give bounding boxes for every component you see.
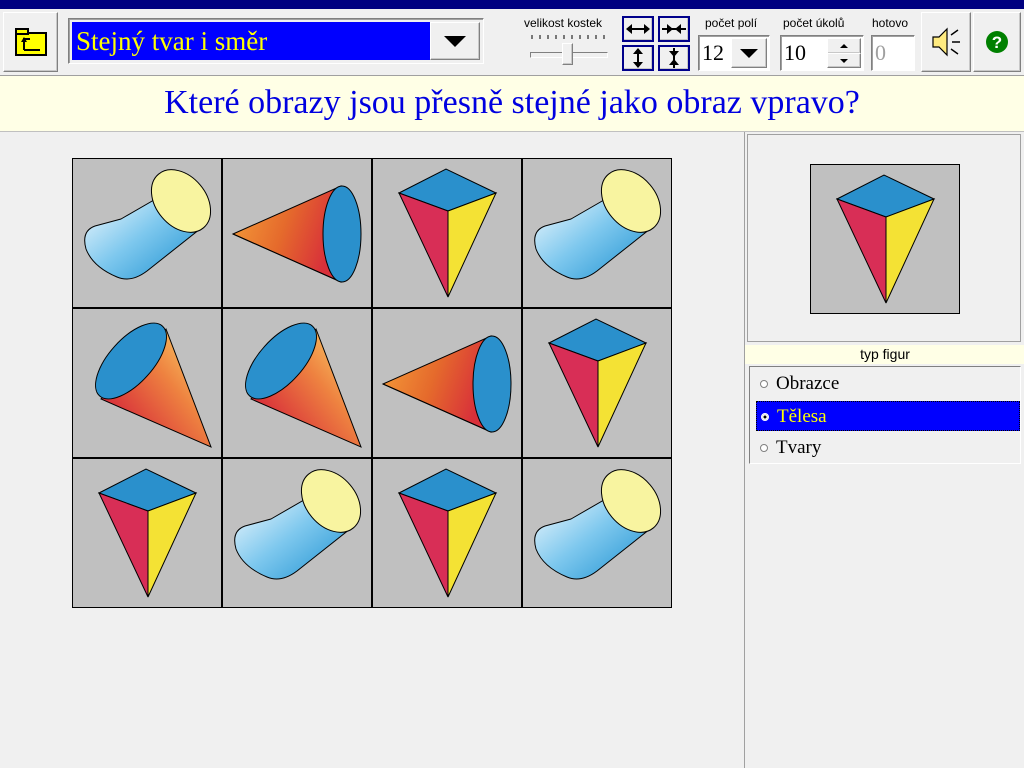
- size-label: velikost kostek: [524, 16, 603, 30]
- pyramid-icon: [397, 168, 498, 298]
- mode-dropdown-button[interactable]: [430, 22, 480, 60]
- size-slider[interactable]: [528, 43, 608, 65]
- dropdown-arrow-icon: [740, 49, 758, 58]
- cylinder-icon: [234, 469, 362, 580]
- radio-label-tvary: Tvary: [776, 437, 822, 458]
- tasks-decrement-button[interactable]: [827, 53, 861, 68]
- pyramid-icon: [397, 468, 498, 598]
- widen-arrows-icon: [626, 24, 650, 34]
- radio-dot: [760, 444, 768, 452]
- question-text: Které obrazy jsou přesně stejné jako obr…: [164, 84, 860, 121]
- radio-telesa[interactable]: Tělesa: [756, 401, 1020, 431]
- cylinder-icon: [84, 169, 212, 280]
- board-cell[interactable]: [73, 309, 221, 457]
- cylinder-icon: [534, 469, 662, 580]
- pyramid-icon: [547, 318, 648, 448]
- done-label: hotovo: [872, 16, 909, 30]
- board-cell[interactable]: [373, 309, 521, 457]
- help-button[interactable]: ?: [973, 12, 1021, 72]
- mode-select-value: Stejný tvar i směr: [72, 22, 430, 60]
- back-button[interactable]: [3, 12, 58, 72]
- board-cell[interactable]: [523, 159, 671, 307]
- cone-icon: [95, 322, 212, 448]
- top-title-strip: [0, 0, 1024, 9]
- help-glyph: ?: [992, 33, 1002, 52]
- radio-obrazce[interactable]: Obrazce: [756, 369, 1020, 399]
- mode-select[interactable]: Stejný tvar i směr: [68, 18, 484, 64]
- fields-label: počet polí: [705, 16, 758, 30]
- spin-up-icon: [840, 44, 848, 48]
- heighten-button[interactable]: [622, 45, 654, 71]
- size-slider-ticks: [531, 35, 605, 39]
- help-icon: ?: [986, 31, 1008, 53]
- back-folder-icon: [15, 28, 47, 56]
- cone-icon: [231, 185, 362, 283]
- fields-dropdown-button[interactable]: [731, 38, 767, 68]
- narrow-button[interactable]: [658, 16, 690, 42]
- heighten-arrows-icon: [633, 48, 643, 68]
- board-cell[interactable]: [373, 459, 521, 607]
- game-board: [72, 158, 672, 608]
- right-panel: typ figur Obrazce Tělesa Tvary: [744, 132, 1024, 768]
- tasks-increment-button[interactable]: [827, 38, 861, 54]
- tasks-label: počet úkolů: [783, 16, 845, 30]
- radio-dot-selected: [761, 413, 769, 421]
- board-cell[interactable]: [523, 309, 671, 457]
- dropdown-arrow-icon: [444, 36, 466, 47]
- pyramid-icon: [97, 468, 198, 598]
- figure-type-group: Obrazce Tělesa Tvary: [749, 366, 1021, 464]
- speaker-icon: [932, 27, 960, 57]
- radio-dot: [760, 380, 768, 388]
- figure-type-label: typ figur: [745, 345, 1024, 364]
- radio-tvary[interactable]: Tvary: [756, 433, 1020, 463]
- board-cell[interactable]: [73, 459, 221, 607]
- toolbar: Stejný tvar i směr velikost kostek počet…: [0, 9, 1024, 76]
- size-slider-thumb[interactable]: [562, 43, 573, 65]
- fields-value: 12: [702, 40, 724, 65]
- board-cell[interactable]: [373, 159, 521, 307]
- fields-select[interactable]: 12: [698, 35, 770, 71]
- shorten-arrows-icon: [669, 48, 679, 68]
- spin-down-icon: [840, 59, 848, 63]
- question-banner: Které obrazy jsou přesně stejné jako obr…: [0, 76, 1024, 132]
- done-value: 0: [875, 40, 886, 65]
- radio-label-telesa: Tělesa: [777, 406, 827, 427]
- tasks-spinner[interactable]: 10: [780, 35, 864, 71]
- sound-button[interactable]: [921, 12, 971, 72]
- tasks-value: 10: [784, 40, 806, 65]
- cylinder-icon: [534, 169, 662, 280]
- cone-icon: [245, 322, 362, 448]
- target-image: [810, 164, 960, 314]
- board-cell[interactable]: [523, 459, 671, 607]
- board-cell[interactable]: [73, 159, 221, 307]
- board-cell[interactable]: [223, 159, 371, 307]
- narrow-arrows-icon: [662, 24, 686, 34]
- board-cell[interactable]: [223, 309, 371, 457]
- done-field: 0: [871, 35, 915, 71]
- pyramid-icon: [835, 174, 936, 304]
- widen-button[interactable]: [622, 16, 654, 42]
- board-cell[interactable]: [223, 459, 371, 607]
- cone-icon: [381, 335, 512, 433]
- shorten-button[interactable]: [658, 45, 690, 71]
- radio-label-obrazce: Obrazce: [776, 373, 840, 394]
